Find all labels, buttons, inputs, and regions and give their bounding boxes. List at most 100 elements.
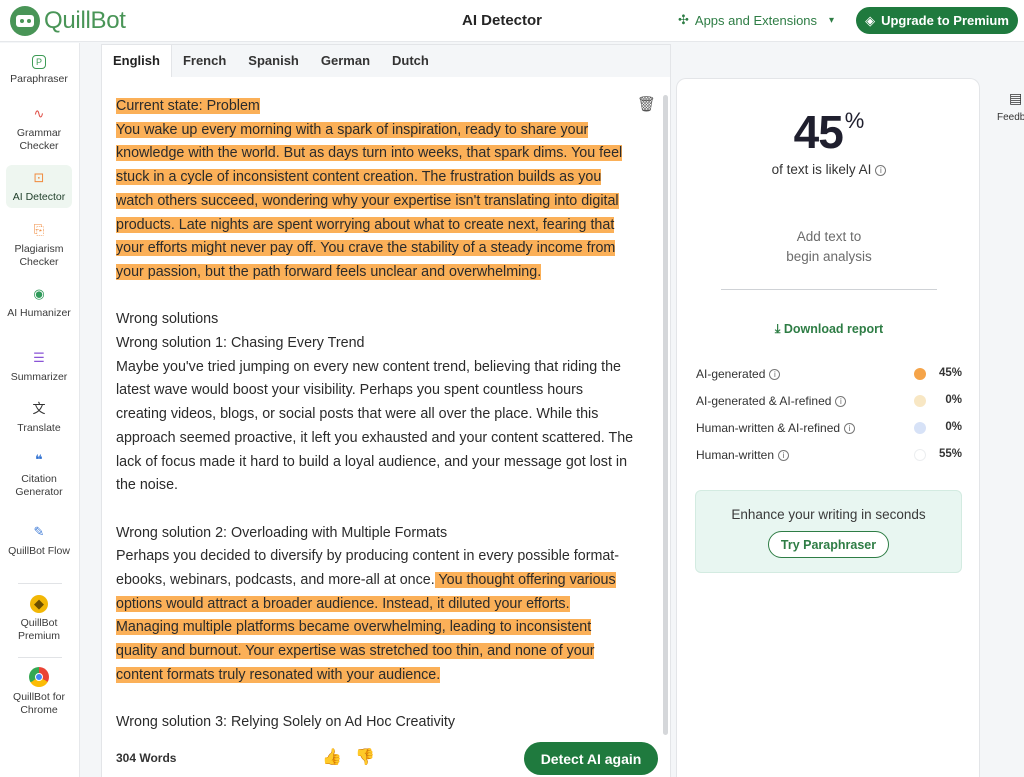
sidebar-item-label: Translate <box>17 422 61 434</box>
editor-panel: English French Spanish German Dutch Curr… <box>101 44 671 777</box>
try-paraphraser-button[interactable]: Try Paraphraser <box>768 531 889 558</box>
plagiarism-icon: ⎘ <box>33 222 45 237</box>
enhance-title: Enhance your writing in seconds <box>731 507 926 522</box>
flow-icon: ✎ <box>33 524 45 539</box>
info-icon[interactable]: i <box>769 369 781 380</box>
paragraph-text: Wrong solution 3: Relying Solely on Ad H… <box>116 714 456 731</box>
sidebar-item-label: QuillBot Flow <box>8 545 70 557</box>
info-icon[interactable]: i <box>778 450 790 461</box>
top-bar: QuillBot AI Detector ✣ Apps and Extensio… <box>0 0 1024 42</box>
category-label: AI-generated i <box>696 367 781 381</box>
category-label: Human-written & AI-refined i <box>696 421 856 435</box>
sidebar-item-grammar-checker[interactable]: ∿ Grammar Checker <box>6 105 72 153</box>
language-tabs: English French Spanish German Dutch <box>102 45 670 77</box>
translate-icon: 文 <box>32 401 46 416</box>
sidebar-item-label: Summarizer <box>10 371 68 383</box>
category-color-dot <box>914 449 926 461</box>
category-label: AI-generated & AI-refined i <box>696 394 847 408</box>
detect-ai-button[interactable]: Detect AI again <box>524 742 658 775</box>
diamond-icon: ◈ <box>865 12 876 28</box>
puzzle-icon: ✣ <box>678 12 689 27</box>
sidebar-item-quillbot-chrome[interactable]: QuillBot for Chrome <box>6 667 72 717</box>
thumbs-down-icon[interactable]: 👎 <box>355 747 375 767</box>
download-label: Download report <box>783 322 884 336</box>
tab-spanish[interactable]: Spanish <box>237 45 310 77</box>
results-panel: 45% of text is likely AI i Add text to be… <box>676 78 980 777</box>
category-value: 0% <box>945 394 962 406</box>
page-title: AI Detector <box>461 12 543 29</box>
chevron-down-icon: ▾ <box>829 14 835 26</box>
upgrade-premium-button[interactable]: ◈ Upgrade to Premium <box>856 7 1018 34</box>
sidebar-item-ai-detector[interactable]: ⊡ AI Detector <box>6 165 72 208</box>
text-input-area[interactable]: Current state: Problem You wake up every… <box>116 95 636 731</box>
editor-scrollbar[interactable] <box>663 95 668 735</box>
sidebar-item-quillbot-premium[interactable]: ◆ QuillBot Premium <box>6 595 72 643</box>
sidebar-item-label: AI Humanizer <box>7 307 71 319</box>
paragraph-problem: Current state: Problem You wake up every… <box>116 95 636 285</box>
add-text-line: Add text to <box>796 229 862 244</box>
upgrade-label: Upgrade to Premium <box>881 13 1009 28</box>
apps-extensions-label: Apps and Extensions <box>694 12 818 28</box>
sidebar: P Paraphraser ∿ Grammar Checker ⊡ AI Det… <box>0 43 80 777</box>
paragraph-wrong-solution-3: Wrong solution 3: Relying Solely on Ad H… <box>116 711 636 731</box>
sidebar-item-label: AI Detector <box>12 191 66 203</box>
category-human-written: Human-written i 55% <box>696 446 962 464</box>
sidebar-item-ai-humanizer[interactable]: ◉ AI Humanizer <box>6 285 72 320</box>
word-count: 304 Words <box>116 751 177 765</box>
info-icon[interactable]: i <box>875 165 887 176</box>
highlighted-text: You thought offering various options wou… <box>116 572 616 683</box>
likely-ai-label: of text is likely AI i <box>677 162 981 177</box>
tab-dutch[interactable]: Dutch <box>381 45 440 77</box>
tab-german[interactable]: German <box>310 45 381 77</box>
paraphraser-icon: P <box>32 55 46 69</box>
sidebar-item-quillbot-flow[interactable]: ✎ QuillBot Flow <box>6 523 72 558</box>
paragraph-text: Wrong solution 1: Chasing Every Trend <box>116 335 365 352</box>
category-label: Human-written i <box>696 448 790 462</box>
likely-ai-text: of text is likely AI <box>771 162 872 177</box>
category-human-written-refined: Human-written & AI-refined i 0% <box>696 419 962 437</box>
download-icon: ⤓ <box>774 322 781 336</box>
feedback-button[interactable]: ▤ Feedb <box>997 90 1024 123</box>
add-text-line: begin analysis <box>786 249 872 264</box>
highlighted-text: You wake up every morning with a spark o… <box>116 121 623 280</box>
download-report-link[interactable]: ⤓ Download report <box>677 322 981 337</box>
paragraph-text: Wrong solutions <box>116 311 219 328</box>
sidebar-item-label: Grammar Checker <box>16 127 62 152</box>
trash-icon[interactable]: 🗑 <box>637 95 656 113</box>
thumbs-up-icon[interactable]: 👍 <box>322 747 342 767</box>
ai-percentage: 45% <box>677 105 981 159</box>
apps-extensions-menu[interactable]: ✣ Apps and Extensions ▾ <box>678 12 834 28</box>
citation-icon: ❝ <box>35 452 43 467</box>
premium-icon: ◆ <box>30 595 48 613</box>
paragraph-wrong-solution-2: Wrong solution 2: Overloading with Multi… <box>116 522 636 688</box>
sidebar-item-citation-generator[interactable]: ❝ Citation Generator <box>6 451 72 499</box>
sidebar-divider <box>18 657 62 658</box>
sidebar-item-label: Plagiarism Checker <box>14 243 64 268</box>
paragraph-text: Maybe you've tried jumping on every new … <box>116 358 634 494</box>
category-ai-generated-refined: AI-generated & AI-refined i 0% <box>696 392 962 410</box>
sidebar-item-paraphraser[interactable]: P Paraphraser <box>6 55 72 86</box>
sidebar-item-summarizer[interactable]: ☰ Summarizer <box>6 349 72 384</box>
category-value: 55% <box>938 448 962 460</box>
ai-detector-icon: ⊡ <box>33 170 45 185</box>
sidebar-divider <box>18 583 62 584</box>
sidebar-item-label: QuillBot for Chrome <box>13 691 65 716</box>
info-icon[interactable]: i <box>844 423 856 434</box>
feedback-icon: ▤ <box>1009 90 1023 106</box>
feedback-label: Feedb <box>997 112 1024 123</box>
enhance-writing-card: Enhance your writing in seconds Try Para… <box>695 490 962 573</box>
percent-sign: % <box>844 108 865 133</box>
category-ai-generated: AI-generated i 45% <box>696 365 962 383</box>
category-color-dot <box>914 395 926 407</box>
add-text-hint: Add text to begin analysis <box>677 227 981 267</box>
info-icon[interactable]: i <box>835 396 847 407</box>
sidebar-item-translate[interactable]: 文 Translate <box>6 400 72 435</box>
category-color-dot <box>914 422 926 434</box>
highlighted-text: Current state: Problem <box>116 98 260 114</box>
tab-english[interactable]: English <box>102 45 172 77</box>
category-value: 0% <box>945 421 962 433</box>
summarizer-icon: ☰ <box>33 350 45 365</box>
results-divider <box>721 289 937 290</box>
sidebar-item-plagiarism-checker[interactable]: ⎘ Plagiarism Checker <box>6 221 72 269</box>
tab-french[interactable]: French <box>172 45 237 77</box>
